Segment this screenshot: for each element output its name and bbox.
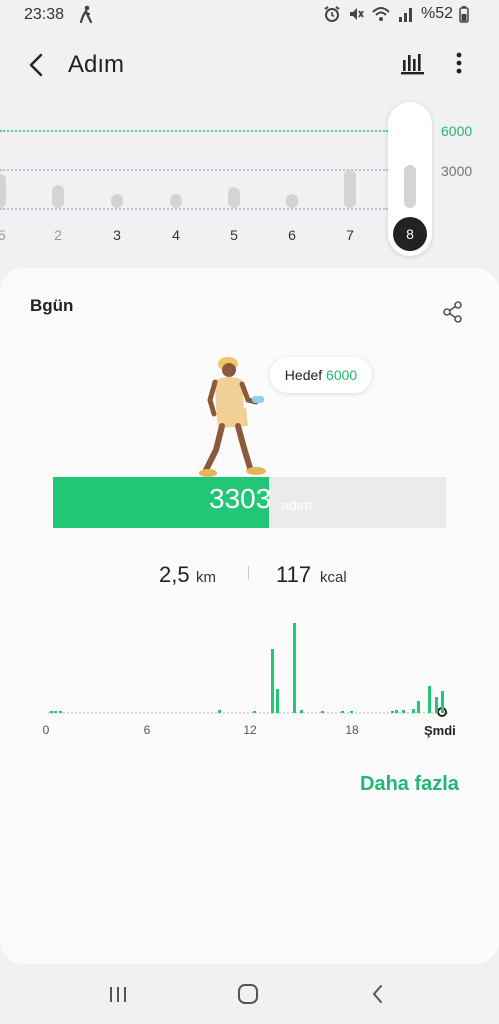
day-bar-2[interactable] bbox=[52, 184, 64, 208]
signal-icon bbox=[398, 8, 412, 22]
walking-person-illustration bbox=[199, 357, 266, 477]
goal-bubble: Hedef 6000 bbox=[270, 357, 372, 393]
alarm-icon bbox=[324, 6, 340, 22]
hour-bar bbox=[293, 623, 296, 713]
hour-bar bbox=[428, 686, 431, 713]
hour-bar bbox=[441, 691, 444, 713]
calories-unit: kcal bbox=[320, 569, 347, 586]
calories-value: 117 bbox=[276, 562, 312, 587]
card-title: Bgün bbox=[30, 296, 74, 315]
walking-icon bbox=[79, 5, 93, 23]
status-bar: 23:38 %52 bbox=[0, 0, 499, 32]
hour-label-18: 18 bbox=[345, 723, 359, 737]
hour-bar bbox=[321, 711, 324, 713]
status-icons: %52 bbox=[323, 5, 469, 23]
hour-bar bbox=[412, 709, 415, 713]
day-bar-8 bbox=[404, 165, 416, 208]
hour-label-12: 12 bbox=[243, 723, 257, 737]
back-button[interactable] bbox=[24, 52, 50, 78]
hour-bar bbox=[271, 649, 274, 713]
day-bar-4[interactable] bbox=[170, 194, 182, 208]
axis-label-goal: 6000 bbox=[441, 123, 473, 139]
day-label-3[interactable]: 3 bbox=[102, 227, 132, 243]
day-bar-6[interactable] bbox=[286, 194, 298, 208]
share-icon bbox=[443, 301, 462, 323]
selected-day-label: 8 bbox=[393, 217, 427, 251]
hour-bar bbox=[350, 711, 353, 713]
hour-bar bbox=[276, 689, 279, 713]
wifi-icon bbox=[372, 7, 390, 21]
distance-unit: km bbox=[196, 569, 216, 586]
hour-bar bbox=[54, 711, 57, 713]
hour-bar bbox=[402, 710, 405, 713]
hour-bar bbox=[391, 711, 394, 713]
day-bar-5[interactable] bbox=[228, 187, 240, 208]
distance-value: 2,5 bbox=[159, 562, 190, 587]
more-vertical-icon bbox=[456, 52, 462, 74]
mid-gridline bbox=[0, 169, 388, 171]
hour-bar bbox=[417, 701, 420, 713]
battery-icon bbox=[459, 6, 469, 23]
home-icon bbox=[238, 984, 258, 1004]
day-label-7[interactable]: 7 bbox=[335, 227, 365, 243]
hour-bar bbox=[218, 710, 221, 713]
goal-label: Hedef bbox=[284, 367, 323, 383]
today-card: Bgün Hedef 6000 3303 adım 2,5 km 117 kca… bbox=[0, 268, 499, 964]
axis-label-mid: 3000 bbox=[441, 163, 473, 179]
day-label-2[interactable]: 2 bbox=[43, 227, 73, 243]
nav-back-icon bbox=[372, 985, 382, 1003]
page-title: Adım bbox=[68, 51, 125, 78]
stats-row: 2,5 km 117 kcal bbox=[0, 558, 499, 598]
steps-progress-bar: 3303 adım bbox=[53, 477, 446, 528]
bar-chart-button[interactable] bbox=[400, 50, 426, 76]
hour-label-0: 0 bbox=[42, 723, 50, 737]
chevron-left-icon bbox=[29, 53, 43, 77]
mute-icon bbox=[349, 8, 364, 20]
steps-count: 3303 bbox=[209, 483, 272, 514]
hour-bar bbox=[395, 710, 398, 713]
recent-apps-icon bbox=[110, 987, 126, 1002]
now-label: Şmdi bbox=[424, 723, 456, 738]
day-bar-7[interactable] bbox=[344, 170, 356, 208]
day-label-/5[interactable]: /5 bbox=[0, 227, 15, 243]
base-gridline bbox=[0, 208, 388, 210]
hour-bar bbox=[59, 711, 62, 713]
status-time: 23:38 bbox=[24, 6, 65, 23]
day-label-4[interactable]: 4 bbox=[161, 227, 191, 243]
more-options-button[interactable] bbox=[448, 50, 470, 76]
hour-bar bbox=[300, 710, 303, 713]
selected-day-pill[interactable]: 8 bbox=[388, 102, 432, 256]
nav-back-button[interactable] bbox=[366, 982, 390, 1006]
day-bar-3[interactable] bbox=[111, 194, 123, 208]
recent-apps-button[interactable] bbox=[106, 982, 130, 1006]
goal-gridline bbox=[0, 130, 388, 132]
app-header: Adım bbox=[0, 40, 499, 90]
home-button[interactable] bbox=[236, 982, 260, 1006]
battery-text: %52 bbox=[420, 5, 453, 22]
stats-separator bbox=[248, 566, 249, 580]
hour-label-6: 6 bbox=[143, 723, 151, 737]
hourly-baseline bbox=[48, 712, 448, 714]
day-bar-/5[interactable] bbox=[0, 174, 6, 208]
weekly-steps-chart: 6000 3000 8 /5 2 3 4 5 6 7 bbox=[0, 100, 499, 260]
day-label-5[interactable]: 5 bbox=[219, 227, 249, 243]
hourly-steps-chart: 0 6 12 18 Şmdi bbox=[38, 613, 468, 743]
hour-bar bbox=[253, 711, 256, 713]
navigation-bar bbox=[0, 964, 499, 1024]
steps-unit: adım bbox=[281, 497, 313, 513]
hour-bar bbox=[50, 711, 53, 713]
share-button[interactable] bbox=[442, 300, 464, 324]
more-link[interactable]: Daha fazla bbox=[360, 773, 459, 796]
hour-bar bbox=[341, 711, 344, 713]
goal-value: 6000 bbox=[326, 367, 358, 383]
bar-chart-icon bbox=[401, 54, 424, 75]
day-label-6[interactable]: 6 bbox=[277, 227, 307, 243]
hour-bar bbox=[435, 697, 438, 713]
